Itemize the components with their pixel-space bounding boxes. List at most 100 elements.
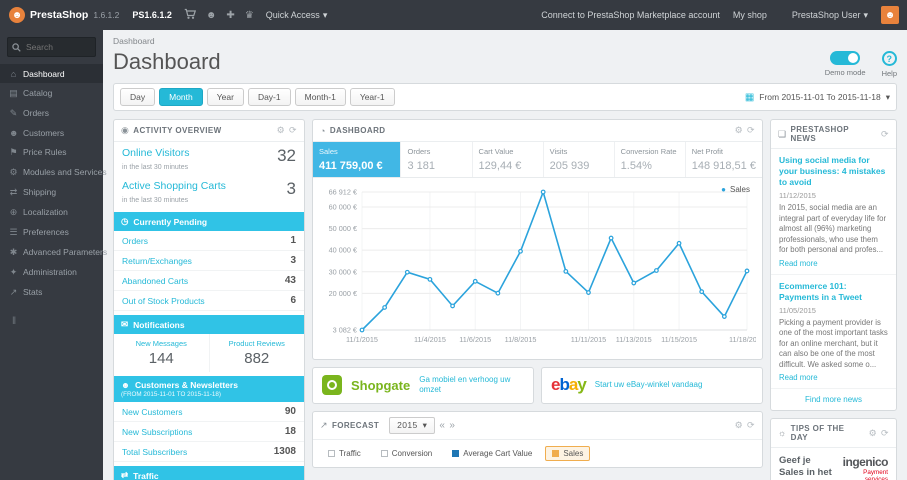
main: Dashboard Dashboard Demo mode ? Help Day… [103,30,907,480]
news-article-excerpt: Picking a payment provider is one of the… [779,317,888,369]
checkbox-icon [380,449,388,457]
total-subscribers-value: 1308 [273,446,296,457]
kpi-visits[interactable]: Visits 205 939 [542,142,614,177]
kpi-conversion-rate[interactable]: Conversion Rate 1.54% [613,142,685,177]
traffic-header: ⇄ Traffic (FROM 2015-11-01 TO 2015-11-18… [114,466,304,480]
gear-icon[interactable]: ⚙ [277,125,285,136]
forecast-legend-average-cart-value[interactable]: Average Cart Value [445,446,539,461]
traffic-title: Traffic [133,470,159,480]
cart-icon[interactable] [184,8,196,22]
new-subscriptions-link[interactable]: New Subscriptions [122,427,192,437]
news-article-title-link[interactable]: Using social media for your business: 4 … [779,155,888,188]
customers-row: New Subscriptions 18 [114,422,304,442]
new-customers-link[interactable]: New Customers [122,407,182,417]
sidebar-item-localization[interactable]: ⊕ Localization [0,202,103,222]
refresh-icon[interactable]: ⟳ [289,125,297,136]
forecast-legend-conversion[interactable]: Conversion [374,446,439,461]
new-messages-value: 144 [148,350,174,367]
sidebar-item-catalog[interactable]: ▤ Catalog [0,83,103,103]
forecast-legend-traffic[interactable]: Traffic [321,446,368,461]
sidebar-item-price-rules[interactable]: ⚑ Price Rules [0,142,103,162]
range-year-button[interactable]: Year [206,88,244,106]
collapse-sidebar-icon[interactable]: ‖ [0,316,103,327]
ebay-link[interactable]: Start uw eBay-winkel vandaag [595,380,703,390]
shopgate-link[interactable]: Ga mobiel en verhoog uw omzet [419,375,524,396]
forecast-legend-sales[interactable]: Sales [545,445,591,461]
range-month-button[interactable]: Month [159,88,203,106]
demo-mode-toggle[interactable] [830,51,861,65]
gear-icon[interactable]: ⚙ [735,420,743,431]
kpi-net-profit[interactable]: Net Profit 148 918,51 € [684,142,762,177]
refresh-icon[interactable]: ⟳ [881,428,889,439]
date-range-picker[interactable]: ▦ From 2015-11-01 To 2015-11-18 ▾ [745,92,890,103]
sidebar-item-label: Modules and Services [23,167,107,177]
sidebar-item-advanced-parameters[interactable]: ✱ Advanced Parameters [0,242,107,262]
kpi-orders[interactable]: Orders 3 181 [400,142,471,177]
total-subscribers-link[interactable]: Total Subscribers [122,447,187,457]
out-of-stock-link[interactable]: Out of Stock Products [122,296,205,306]
range-month-1-button[interactable]: Month-1 [294,88,346,106]
active-carts-link[interactable]: Active Shopping Carts [122,180,226,192]
sidebar-item-shipping[interactable]: ⇄ Shipping [0,182,103,202]
sidebar-item-customers[interactable]: ☻ Customers [0,123,103,142]
marketplace-link[interactable]: Connect to PrestaShop Marketplace accoun… [541,10,720,20]
prev-icon[interactable]: « [439,420,445,431]
new-messages-cell[interactable]: New Messages 144 [114,334,210,372]
refresh-icon[interactable]: ⟳ [747,125,755,136]
kpi-label: Cart Value [478,147,514,156]
help-icon[interactable]: ? [881,51,897,66]
sidebar-item-administration[interactable]: ✦ Administration [0,262,103,282]
pending-orders-link[interactable]: Orders [122,236,148,246]
pending-returns-value: 3 [290,255,296,266]
forecast-year-select[interactable]: 2015 ▾ [389,416,436,434]
customers-newsletters-header: ☻ Customers & Newsletters (FROM 2015-11-… [114,376,304,402]
range-day-1-button[interactable]: Day-1 [247,88,291,106]
page-title: Dashboard [113,49,221,74]
sidebar-item-preferences[interactable]: ☰ Preferences [0,222,103,242]
trophy-icon[interactable]: ♛ [245,10,254,21]
quick-access-menu[interactable]: Quick Access ▾ [266,10,328,21]
add-icon[interactable]: ✚ [226,10,234,21]
sidebar-item-dashboard[interactable]: ⌂ Dashboard [0,64,103,83]
avatar: ☻ [881,6,899,24]
news-article-title-link[interactable]: Ecommerce 101: Payments in a Tweet [779,281,888,303]
find-more-news-link[interactable]: Find more news [771,389,896,410]
checkbox-icon [328,449,335,457]
sidebar-item-label: Preferences [23,227,69,237]
refresh-icon[interactable]: ⟳ [881,129,889,140]
chart-legend[interactable]: ● Sales [721,185,750,194]
read-more-link[interactable]: Read more [779,373,888,382]
sidebar-item-label: Orders [23,108,49,118]
pending-row: Abandoned Carts 43 [114,271,304,291]
sidebar-item-modules[interactable]: ⚙ Modules and Services [0,162,106,182]
gear-icon[interactable]: ⚙ [869,428,877,439]
next-icon[interactable]: » [449,420,455,431]
user-menu[interactable]: PrestaShop User ▾ [792,10,868,21]
pending-returns-link[interactable]: Return/Exchanges [122,256,192,266]
chevron-down-icon: ▾ [885,91,890,102]
sidebar-item-orders[interactable]: ✎ Orders [0,103,103,123]
online-visitors-sub: in the last 30 minutes [122,164,189,171]
range-day-button[interactable]: Day [120,88,156,106]
dashboard-panel-title: DASHBOARD [329,126,386,135]
kpi-value: 411 759,00 € [319,160,383,172]
ebay-letter: b [559,375,569,395]
my-shop-link[interactable]: My shop [733,10,767,20]
dashboard-gauge-icon: ◔ [320,125,326,136]
dashboard-icon: ⌂ [10,68,17,79]
kpi-sales[interactable]: Sales 411 759,00 € [313,142,401,177]
gear-icon[interactable]: ⚙ [735,125,743,136]
read-more-link[interactable]: Read more [779,259,888,268]
person-icon[interactable]: ☻ [206,10,217,21]
range-year-1-button[interactable]: Year-1 [349,88,395,106]
sidebar-item-stats[interactable]: ↗ Stats [0,282,103,302]
refresh-icon[interactable]: ⟳ [747,420,755,431]
abandoned-carts-link[interactable]: Abandoned Carts [122,276,188,286]
product-reviews-cell[interactable]: Product Reviews 882 [210,334,305,372]
notifications-header: ✉ Notifications [114,315,304,334]
breadcrumb[interactable]: Dashboard [113,34,897,49]
online-visitors-link[interactable]: Online Visitors [122,147,190,159]
shop-name[interactable]: PS1.6.1.2 [132,10,172,20]
kpi-cart-value[interactable]: Cart Value 129,44 € [471,142,543,177]
activity-overview-panel: ◉ ACTIVITY OVERVIEW ⚙ ⟳ Online Visitors … [113,119,305,480]
